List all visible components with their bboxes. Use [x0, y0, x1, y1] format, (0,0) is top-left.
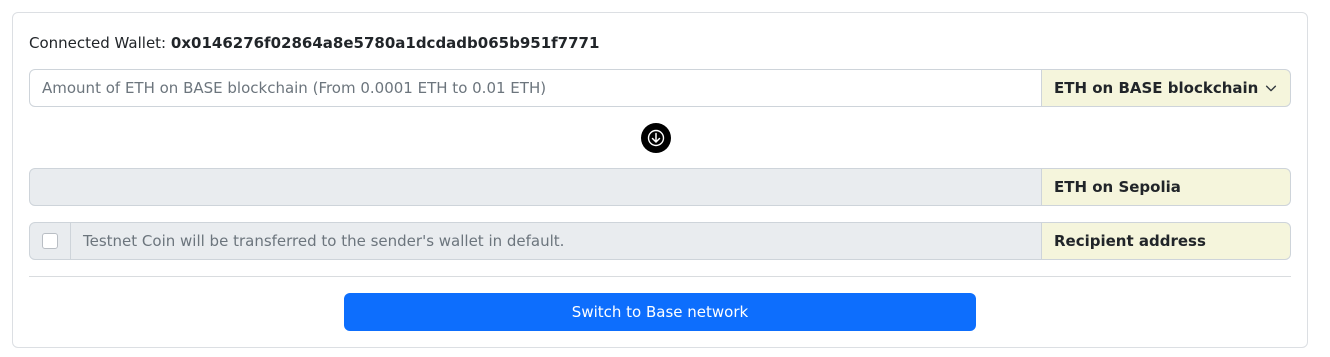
recipient-default-text: Testnet Coin will be transferred to the …	[83, 232, 565, 250]
connected-wallet-line: Connected Wallet: 0x0146276f02864a8e5780…	[29, 33, 599, 53]
recipient-checkbox[interactable]	[42, 233, 58, 249]
recipient-address-label-text: Recipient address	[1054, 232, 1206, 250]
from-token-select[interactable]: ETH on BASE blockchain	[1042, 69, 1291, 107]
recipient-checkbox-wrap	[29, 222, 71, 260]
to-token-label-text: ETH on Sepolia	[1054, 178, 1181, 196]
divider	[29, 276, 1291, 277]
to-amount-group: ETH on Sepolia	[29, 168, 1291, 206]
recipient-address-label: Recipient address	[1042, 222, 1291, 260]
connected-wallet-label: Connected Wallet:	[29, 34, 167, 52]
switch-network-button[interactable]: Switch to Base network	[344, 293, 976, 331]
from-amount-field[interactable]	[29, 69, 1042, 107]
bridge-card: Connected Wallet: 0x0146276f02864a8e5780…	[12, 12, 1308, 348]
arrow-down-circle-icon	[641, 123, 671, 153]
wallet-address: 0x0146276f02864a8e5780a1dcdadb065b951f77…	[170, 34, 600, 52]
recipient-group: Testnet Coin will be transferred to the …	[29, 222, 1291, 260]
recipient-field: Testnet Coin will be transferred to the …	[71, 222, 1042, 260]
from-token-select-label: ETH on BASE blockchain	[1054, 79, 1259, 97]
chevron-down-icon	[1265, 85, 1277, 92]
to-amount-field	[29, 168, 1042, 206]
to-token-label: ETH on Sepolia	[1042, 168, 1291, 206]
from-amount-group: ETH on BASE blockchain	[29, 69, 1291, 107]
from-amount-input[interactable]	[42, 79, 1029, 97]
